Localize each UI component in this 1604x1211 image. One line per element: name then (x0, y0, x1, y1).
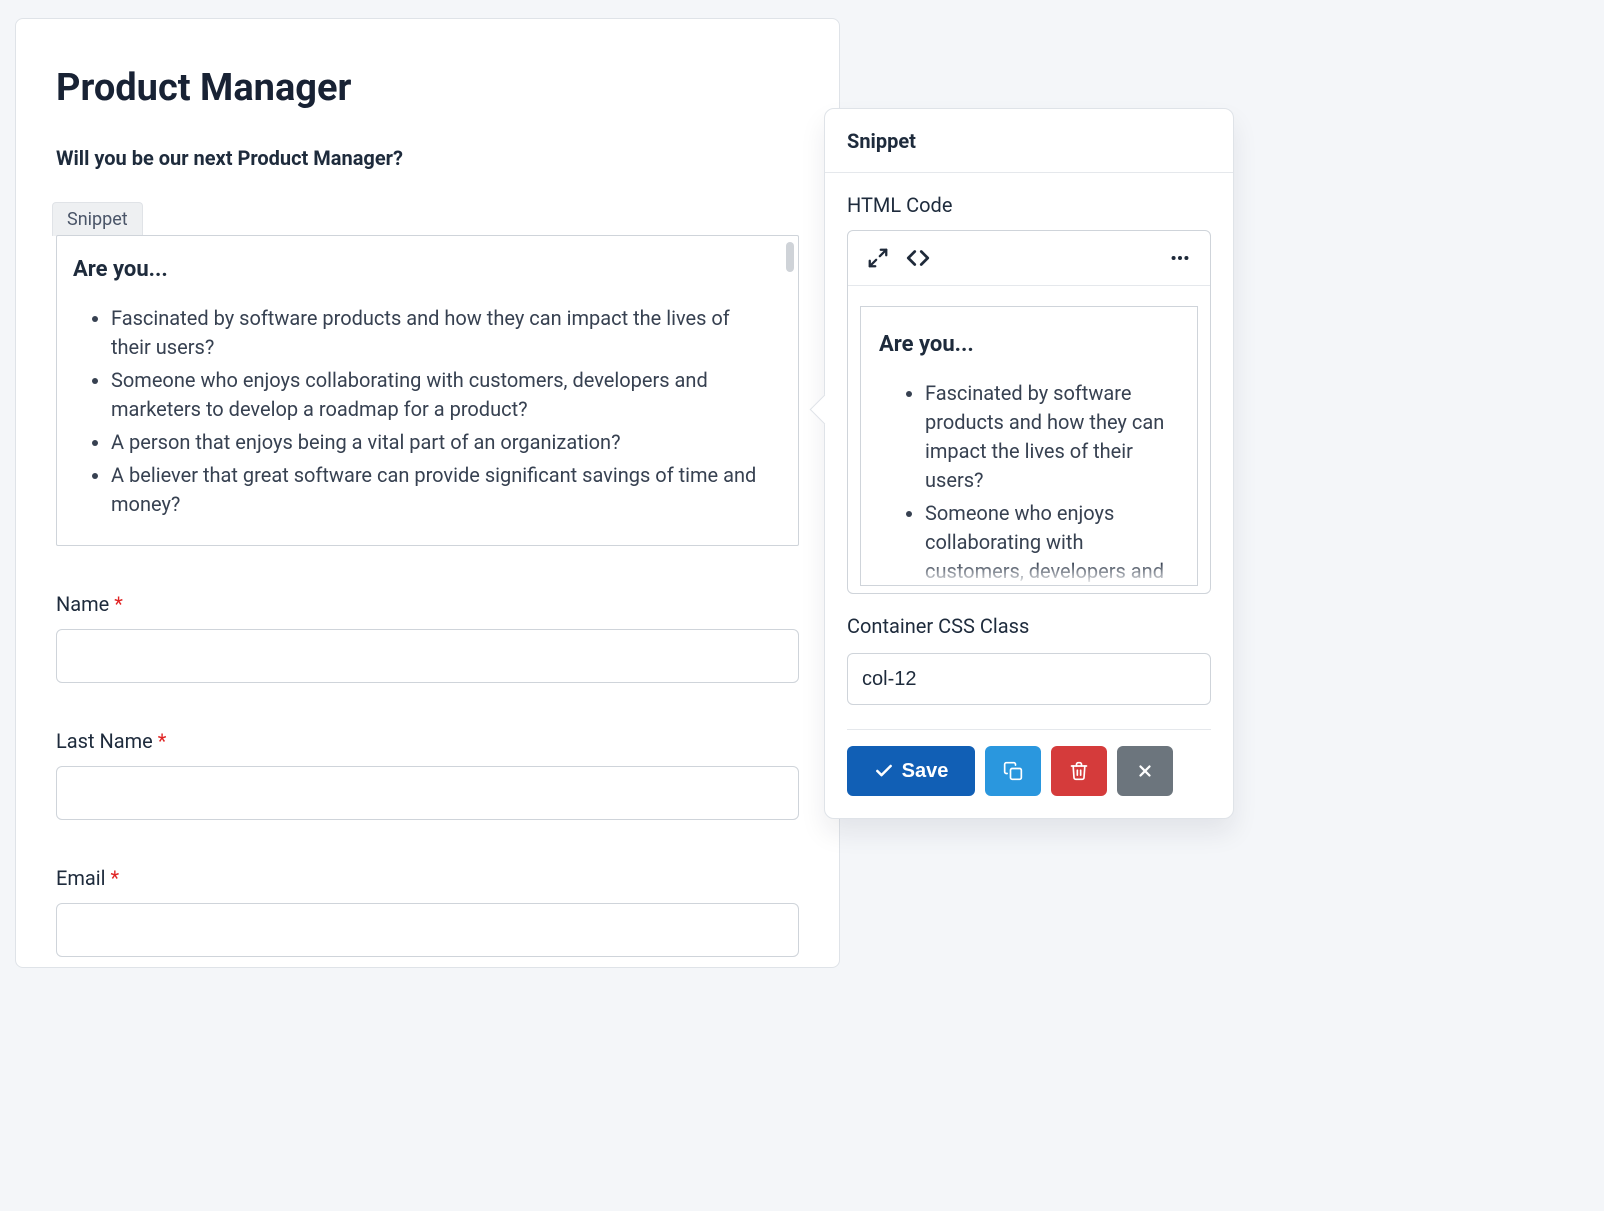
code-icon[interactable] (900, 241, 936, 275)
form-card: Product Manager Will you be our next Pro… (15, 18, 840, 968)
snippet-heading: Are you... (73, 254, 772, 286)
list-item: Someone who enjoys collaborating with cu… (111, 366, 772, 424)
page-subheading: Will you be our next Product Manager? (56, 144, 799, 173)
editor-toolbar (848, 231, 1210, 285)
last-name-input[interactable] (56, 766, 799, 820)
required-marker: * (158, 729, 167, 753)
required-marker: * (110, 866, 119, 890)
label-text: Name (56, 592, 109, 616)
trash-icon (1069, 761, 1089, 781)
css-class-label: Container CSS Class (847, 612, 1211, 641)
panel-header: Snippet (825, 109, 1233, 173)
label-text: Last Name (56, 729, 153, 753)
field-label: Last Name * (56, 727, 799, 756)
list-item: Someone who enjoys collaborating with cu… (925, 499, 1179, 586)
copy-icon (1003, 761, 1023, 781)
css-class-input[interactable] (847, 653, 1211, 705)
snippet-heading: Are you... (879, 329, 1179, 361)
list-item: A believer that great software can provi… (111, 461, 772, 519)
check-icon (874, 761, 894, 781)
panel-actions: Save (847, 746, 1211, 796)
snippet-tab[interactable]: Snippet (52, 202, 143, 236)
expand-icon[interactable] (860, 241, 896, 275)
html-code-label: HTML Code (847, 191, 1211, 220)
close-button[interactable] (1117, 746, 1173, 796)
field-name: Name * (56, 590, 799, 683)
save-label: Save (902, 760, 949, 783)
list-item: A person that enjoys being a vital part … (111, 428, 772, 457)
scrollbar-thumb[interactable] (786, 242, 794, 272)
name-input[interactable] (56, 629, 799, 683)
delete-button[interactable] (1051, 746, 1107, 796)
field-email: Email * (56, 864, 799, 957)
required-marker: * (114, 592, 123, 616)
snippet-settings-panel: Snippet HTML Code (824, 108, 1234, 819)
list-item: Fascinated by software products and how … (925, 379, 1179, 495)
panel-title: Snippet (847, 127, 1211, 156)
close-icon (1136, 762, 1154, 780)
editor-content[interactable]: Are you... Fascinated by software produc… (848, 285, 1210, 593)
field-label: Name * (56, 590, 799, 619)
html-editor: Are you... Fascinated by software produc… (847, 230, 1211, 594)
page-title: Product Manager (56, 61, 799, 116)
save-button[interactable]: Save (847, 746, 975, 796)
label-text: Email (56, 866, 106, 890)
snippet-list: Fascinated by software products and how … (73, 304, 772, 519)
snippet-list: Fascinated by software products and how … (879, 379, 1179, 586)
snippet-block[interactable]: Are you... Fascinated by software produc… (56, 235, 799, 546)
divider (847, 729, 1211, 730)
list-item: Fascinated by software products and how … (111, 304, 772, 362)
email-input[interactable] (56, 903, 799, 957)
more-icon[interactable] (1162, 241, 1198, 275)
field-last-name: Last Name * (56, 727, 799, 820)
field-label: Email * (56, 864, 799, 893)
copy-button[interactable] (985, 746, 1041, 796)
